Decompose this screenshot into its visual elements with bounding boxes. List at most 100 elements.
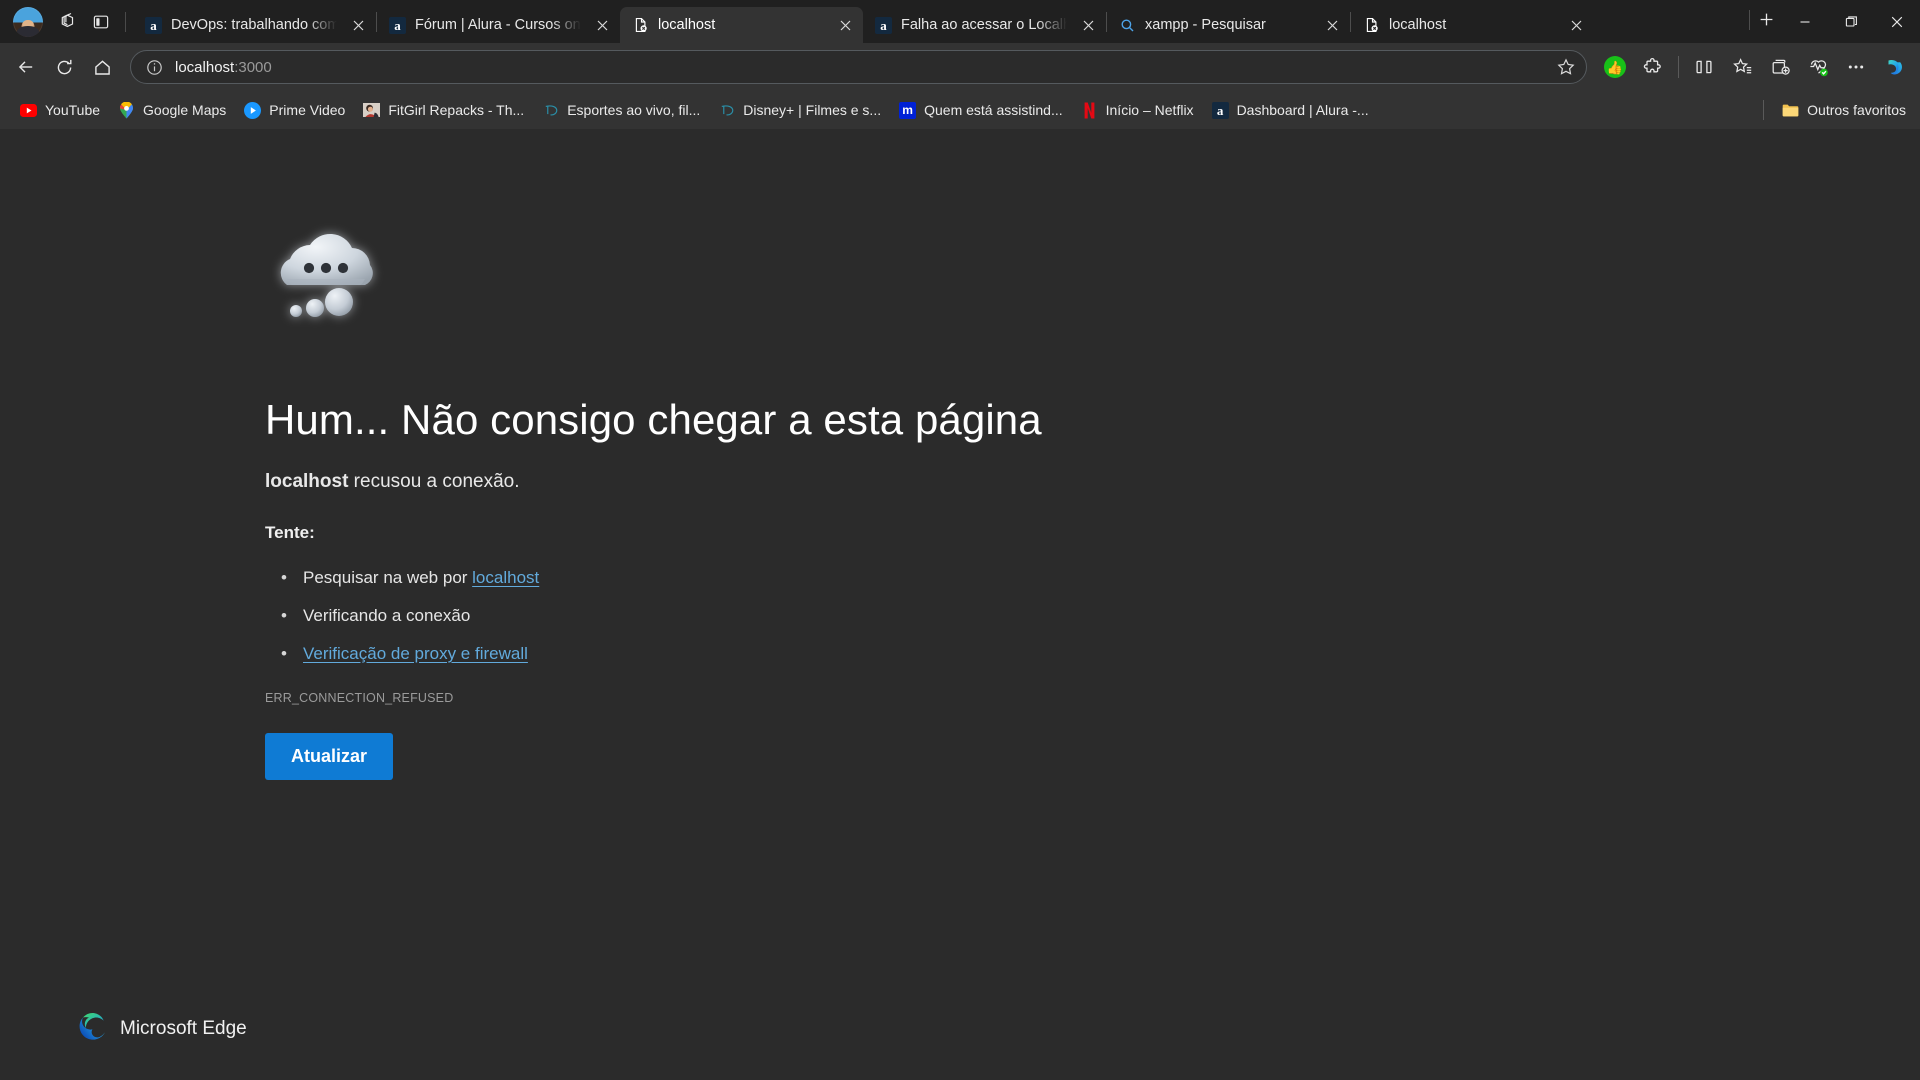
bookmark-label: Prime Video xyxy=(269,102,345,118)
tab-title: Falha ao acessar o Localho xyxy=(901,17,1067,33)
prime-video-icon xyxy=(244,102,261,119)
close-window-icon[interactable] xyxy=(1874,0,1920,43)
close-icon[interactable] xyxy=(590,13,614,37)
list-item: Verificando a conexão xyxy=(265,597,1100,635)
title-bar-divider xyxy=(125,12,126,32)
youtube-icon xyxy=(20,102,37,119)
tab-devops[interactable]: a DevOps: trabalhando com xyxy=(133,7,376,43)
alura-favicon-icon: a xyxy=(389,17,406,34)
browser-toolbar: localhost:3000 👍 xyxy=(0,43,1920,91)
reload-icon[interactable] xyxy=(46,49,82,85)
proxy-firewall-link[interactable]: Verificação de proxy e firewall xyxy=(303,644,528,663)
tab-strip: a DevOps: trabalhando com a Fórum | Alur… xyxy=(133,0,1749,43)
tab-xampp-pesquisar[interactable]: xampp - Pesquisar xyxy=(1107,7,1350,43)
error-page-favicon-icon xyxy=(632,17,649,34)
home-icon[interactable] xyxy=(84,49,120,85)
tab-title: DevOps: trabalhando com xyxy=(171,17,337,33)
other-favorites-folder[interactable]: Outros favoritos xyxy=(1774,96,1914,124)
error-page-favicon-icon xyxy=(1363,17,1380,34)
tab-forum-alura[interactable]: a Fórum | Alura - Cursos on xyxy=(377,7,620,43)
edge-brand-label: Microsoft Edge xyxy=(120,1018,247,1040)
tab-localhost-active[interactable]: localhost xyxy=(620,7,863,43)
disney-plus-icon xyxy=(542,102,559,119)
minimize-icon[interactable] xyxy=(1782,0,1828,43)
restore-icon[interactable] xyxy=(1828,0,1874,43)
search-favicon-icon xyxy=(1119,17,1136,34)
bookmark-max[interactable]: m Quem está assistind... xyxy=(891,96,1071,124)
search-web-link[interactable]: localhost xyxy=(472,568,539,587)
browser-essentials-icon[interactable] xyxy=(1800,49,1836,85)
address-bar-input[interactable]: localhost:3000 xyxy=(167,59,1552,76)
bookmark-label: YouTube xyxy=(45,102,100,118)
try-label: Tente: xyxy=(265,523,1100,543)
bookmark-label: Início – Netflix xyxy=(1106,102,1194,118)
close-icon[interactable] xyxy=(1076,13,1100,37)
list-item: Verificação de proxy e firewall xyxy=(265,635,1100,673)
tab-localhost-second[interactable]: localhost xyxy=(1351,7,1594,43)
url-host: localhost xyxy=(175,59,234,76)
site-info-icon[interactable] xyxy=(141,54,167,80)
refresh-button[interactable]: Atualizar xyxy=(265,733,393,780)
bookmark-esportes-ao-vivo[interactable]: Esportes ao vivo, fil... xyxy=(534,96,708,124)
bookmark-disney-plus[interactable]: Disney+ | Filmes e s... xyxy=(710,96,889,124)
alura-favicon-icon: a xyxy=(145,17,162,34)
disney-plus-icon xyxy=(718,102,735,119)
new-tab-plus-icon[interactable] xyxy=(1750,5,1782,35)
google-maps-icon xyxy=(118,102,135,119)
bookmark-dashboard-alura[interactable]: a Dashboard | Alura -... xyxy=(1204,96,1377,124)
workspaces-icon[interactable] xyxy=(50,6,84,38)
bookmark-label: Quem está assistind... xyxy=(924,102,1063,118)
close-icon[interactable] xyxy=(346,13,370,37)
error-content-column: Hum... Não consigo chegar a esta página … xyxy=(0,129,1100,780)
bookmark-label: FitGirl Repacks - Th... xyxy=(388,102,524,118)
close-icon[interactable] xyxy=(1564,13,1588,37)
error-subtitle-rest: recusou a conexão. xyxy=(348,471,519,492)
sad-cloud-3d-icon xyxy=(265,219,405,334)
extensions-puzzle-icon[interactable] xyxy=(1635,49,1671,85)
other-favorites-label: Outros favoritos xyxy=(1807,102,1906,118)
back-icon[interactable] xyxy=(8,49,44,85)
close-icon[interactable] xyxy=(833,13,857,37)
folder-icon xyxy=(1782,102,1799,119)
bookmark-label: Dashboard | Alura -... xyxy=(1237,102,1369,118)
favorite-star-icon[interactable] xyxy=(1552,53,1580,81)
favorites-bar-divider xyxy=(1763,100,1764,120)
edge-branding-footer: Microsoft Edge xyxy=(78,1012,247,1046)
alura-icon: a xyxy=(1212,102,1229,119)
tab-title: xampp - Pesquisar xyxy=(1145,17,1311,33)
error-subtitle: localhost recusou a conexão. xyxy=(265,471,1100,493)
bookmark-netflix[interactable]: Início – Netflix xyxy=(1073,96,1202,124)
suggestion-text: Verificando a conexão xyxy=(303,606,470,625)
profile-avatar[interactable] xyxy=(13,7,43,37)
address-bar[interactable]: localhost:3000 xyxy=(130,50,1587,84)
toolbar-divider xyxy=(1678,56,1679,78)
tab-title: localhost xyxy=(1389,17,1555,33)
alura-favicon-icon: a xyxy=(875,17,892,34)
bookmark-youtube[interactable]: YouTube xyxy=(12,96,108,124)
close-icon[interactable] xyxy=(1320,13,1344,37)
tab-actions-icon[interactable] xyxy=(84,6,118,38)
new-tab-area xyxy=(1749,0,1782,43)
suggestion-text: Pesquisar na web por xyxy=(303,568,472,587)
page-title: Hum... Não consigo chegar a esta página xyxy=(265,396,1100,444)
bookmark-fitgirl-repacks[interactable]: FitGirl Repacks - Th... xyxy=(355,96,532,124)
netflix-icon xyxy=(1081,102,1098,119)
settings-and-more-icon[interactable] xyxy=(1838,49,1874,85)
microsoft-edge-logo-icon xyxy=(78,1012,107,1046)
extension-thumbsup-icon[interactable]: 👍 xyxy=(1597,49,1633,85)
copilot-icon[interactable] xyxy=(1876,49,1912,85)
favorites-icon[interactable] xyxy=(1724,49,1760,85)
bookmark-label: Disney+ | Filmes e s... xyxy=(743,102,881,118)
bookmark-google-maps[interactable]: Google Maps xyxy=(110,96,234,124)
max-icon: m xyxy=(899,102,916,119)
browser-title-bar: a DevOps: trabalhando com a Fórum | Alur… xyxy=(0,0,1920,43)
tab-title: Fórum | Alura - Cursos on xyxy=(415,17,581,33)
split-screen-icon[interactable] xyxy=(1686,49,1722,85)
tab-falha-localhost[interactable]: a Falha ao acessar o Localho xyxy=(863,7,1106,43)
tab-title: localhost xyxy=(658,17,824,33)
collections-icon[interactable] xyxy=(1762,49,1798,85)
bookmark-prime-video[interactable]: Prime Video xyxy=(236,96,353,124)
url-port: :3000 xyxy=(234,59,272,76)
fitgirl-icon xyxy=(363,102,380,119)
bookmark-label: Google Maps xyxy=(143,102,226,118)
